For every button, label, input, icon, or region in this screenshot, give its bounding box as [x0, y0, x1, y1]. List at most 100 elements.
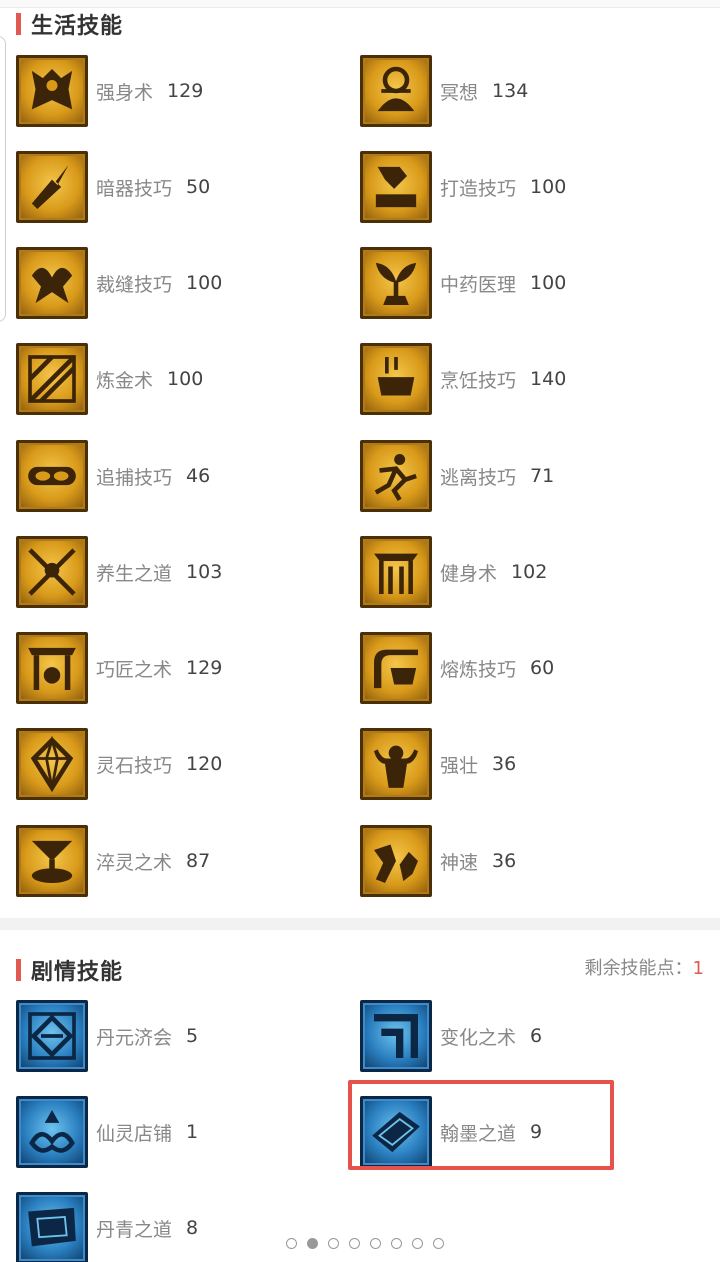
skill-name: 丹青之道 — [96, 1218, 173, 1241]
page-dot[interactable] — [433, 1238, 444, 1249]
skill-name: 追捕技巧 — [96, 466, 173, 489]
skill-value: 134 — [492, 80, 529, 102]
pursuit-icon — [16, 440, 88, 512]
side-drawer-handle[interactable] — [0, 36, 6, 322]
page-dot[interactable] — [286, 1238, 297, 1249]
skill-name: 淬灵之术 — [96, 851, 173, 874]
strength-icon — [16, 55, 88, 127]
remaining-skill-points: 剩余技能点：1 — [585, 954, 704, 980]
health-keeping-icon — [16, 536, 88, 608]
skill-item[interactable]: 仙灵店铺 1 — [16, 1096, 198, 1168]
skill-item[interactable]: 淬灵之术 87 — [16, 825, 210, 897]
skill-item[interactable]: 神速 36 — [360, 825, 516, 897]
skill-value: 102 — [511, 561, 548, 583]
swiftness-icon — [360, 825, 432, 897]
page-dot[interactable] — [349, 1238, 360, 1249]
skill-value: 5 — [186, 1025, 199, 1047]
skill-name: 养生之道 — [96, 562, 173, 585]
skill-name: 仙灵店铺 — [96, 1122, 173, 1145]
muscle-icon — [360, 728, 432, 800]
skill-value: 1 — [186, 1121, 199, 1143]
skill-name: 巧匠之术 — [96, 658, 173, 681]
skill-item[interactable]: 追捕技巧 46 — [16, 440, 210, 512]
page-dot[interactable] — [412, 1238, 423, 1249]
skill-item[interactable]: 丹青之道 8 — [16, 1192, 198, 1262]
skill-name: 丹元济会 — [96, 1026, 173, 1049]
skill-name: 熔炼技巧 — [440, 658, 517, 681]
skill-value: 50 — [186, 176, 211, 198]
forging-hammer-icon — [360, 151, 432, 223]
skill-value: 129 — [167, 80, 204, 102]
page-dot-active[interactable] — [307, 1238, 318, 1249]
skill-item[interactable]: 强壮 36 — [360, 728, 516, 800]
skill-item[interactable]: 养生之道 103 — [16, 536, 222, 608]
skill-value: 36 — [492, 753, 517, 775]
remaining-points-value: 1 — [692, 958, 704, 979]
selection-highlight-box — [348, 1080, 614, 1170]
skill-value: 120 — [186, 753, 223, 775]
page-dot[interactable] — [370, 1238, 381, 1249]
page-indicator[interactable] — [286, 1238, 444, 1249]
skill-value: 103 — [186, 561, 223, 583]
story-skills-title: 剧情技能 — [16, 954, 123, 986]
skill-value: 6 — [530, 1025, 543, 1047]
skill-item[interactable]: 强身术 129 — [16, 55, 203, 127]
skill-name: 变化之术 — [440, 1026, 517, 1049]
tailoring-scissors-icon — [16, 247, 88, 319]
painting-scroll-icon — [16, 1192, 88, 1262]
hidden-weapon-icon — [16, 151, 88, 223]
skill-name: 灵石技巧 — [96, 754, 173, 777]
skill-name: 强壮 — [440, 754, 479, 777]
skill-name: 裁缝技巧 — [96, 273, 173, 296]
skill-item[interactable]: 裁缝技巧 100 — [16, 247, 222, 319]
skill-item[interactable]: 冥想 134 — [360, 55, 528, 127]
skill-item[interactable]: 丹元济会 5 — [16, 1000, 198, 1072]
skill-name: 暗器技巧 — [96, 177, 173, 200]
skill-name: 神速 — [440, 851, 479, 874]
page-dot[interactable] — [328, 1238, 339, 1249]
skill-value: 100 — [167, 368, 204, 390]
skill-value: 100 — [186, 272, 223, 294]
fitness-icon — [360, 536, 432, 608]
skill-name: 冥想 — [440, 81, 479, 104]
skill-item[interactable]: 炼金术 100 — [16, 343, 203, 415]
skill-item[interactable]: 巧匠之术 129 — [16, 632, 222, 704]
skill-item[interactable]: 逃离技巧 71 — [360, 440, 554, 512]
skill-value: 100 — [530, 272, 567, 294]
skill-item[interactable]: 中药医理 100 — [360, 247, 566, 319]
skill-item[interactable]: 暗器技巧 50 — [16, 151, 210, 223]
title-accent-bar — [16, 959, 21, 981]
meditation-icon — [360, 55, 432, 127]
skill-name: 打造技巧 — [440, 177, 517, 200]
herb-medicine-icon — [360, 247, 432, 319]
skill-name: 烹饪技巧 — [440, 369, 517, 392]
skill-value: 46 — [186, 465, 211, 487]
smelting-icon — [360, 632, 432, 704]
spirit-stone-icon — [16, 728, 88, 800]
skill-item[interactable]: 打造技巧 100 — [360, 151, 566, 223]
cooking-pot-icon — [360, 343, 432, 415]
skill-item[interactable]: 烹饪技巧 140 — [360, 343, 566, 415]
skill-name: 逃离技巧 — [440, 466, 517, 489]
transformation-icon — [360, 1000, 432, 1072]
quench-spirit-icon — [16, 825, 88, 897]
remaining-points-label: 剩余技能点： — [584, 958, 693, 979]
title-accent-bar — [16, 13, 21, 35]
skill-value: 60 — [530, 657, 555, 679]
alchemy-icon — [16, 343, 88, 415]
skill-value: 100 — [530, 176, 567, 198]
skill-name: 强身术 — [96, 81, 154, 104]
skill-value: 129 — [186, 657, 223, 679]
skill-name: 中药医理 — [440, 273, 517, 296]
skill-item[interactable]: 灵石技巧 120 — [16, 728, 222, 800]
skill-name: 炼金术 — [96, 369, 154, 392]
craftsman-icon — [16, 632, 88, 704]
life-skills-title: 生活技能 — [16, 8, 123, 40]
skill-value: 8 — [186, 1217, 199, 1239]
skill-item[interactable]: 健身术 102 — [360, 536, 547, 608]
skill-item[interactable]: 熔炼技巧 60 — [360, 632, 554, 704]
section-divider — [0, 918, 720, 930]
page-dot[interactable] — [391, 1238, 402, 1249]
skill-item[interactable]: 变化之术 6 — [360, 1000, 542, 1072]
top-border — [0, 0, 720, 8]
